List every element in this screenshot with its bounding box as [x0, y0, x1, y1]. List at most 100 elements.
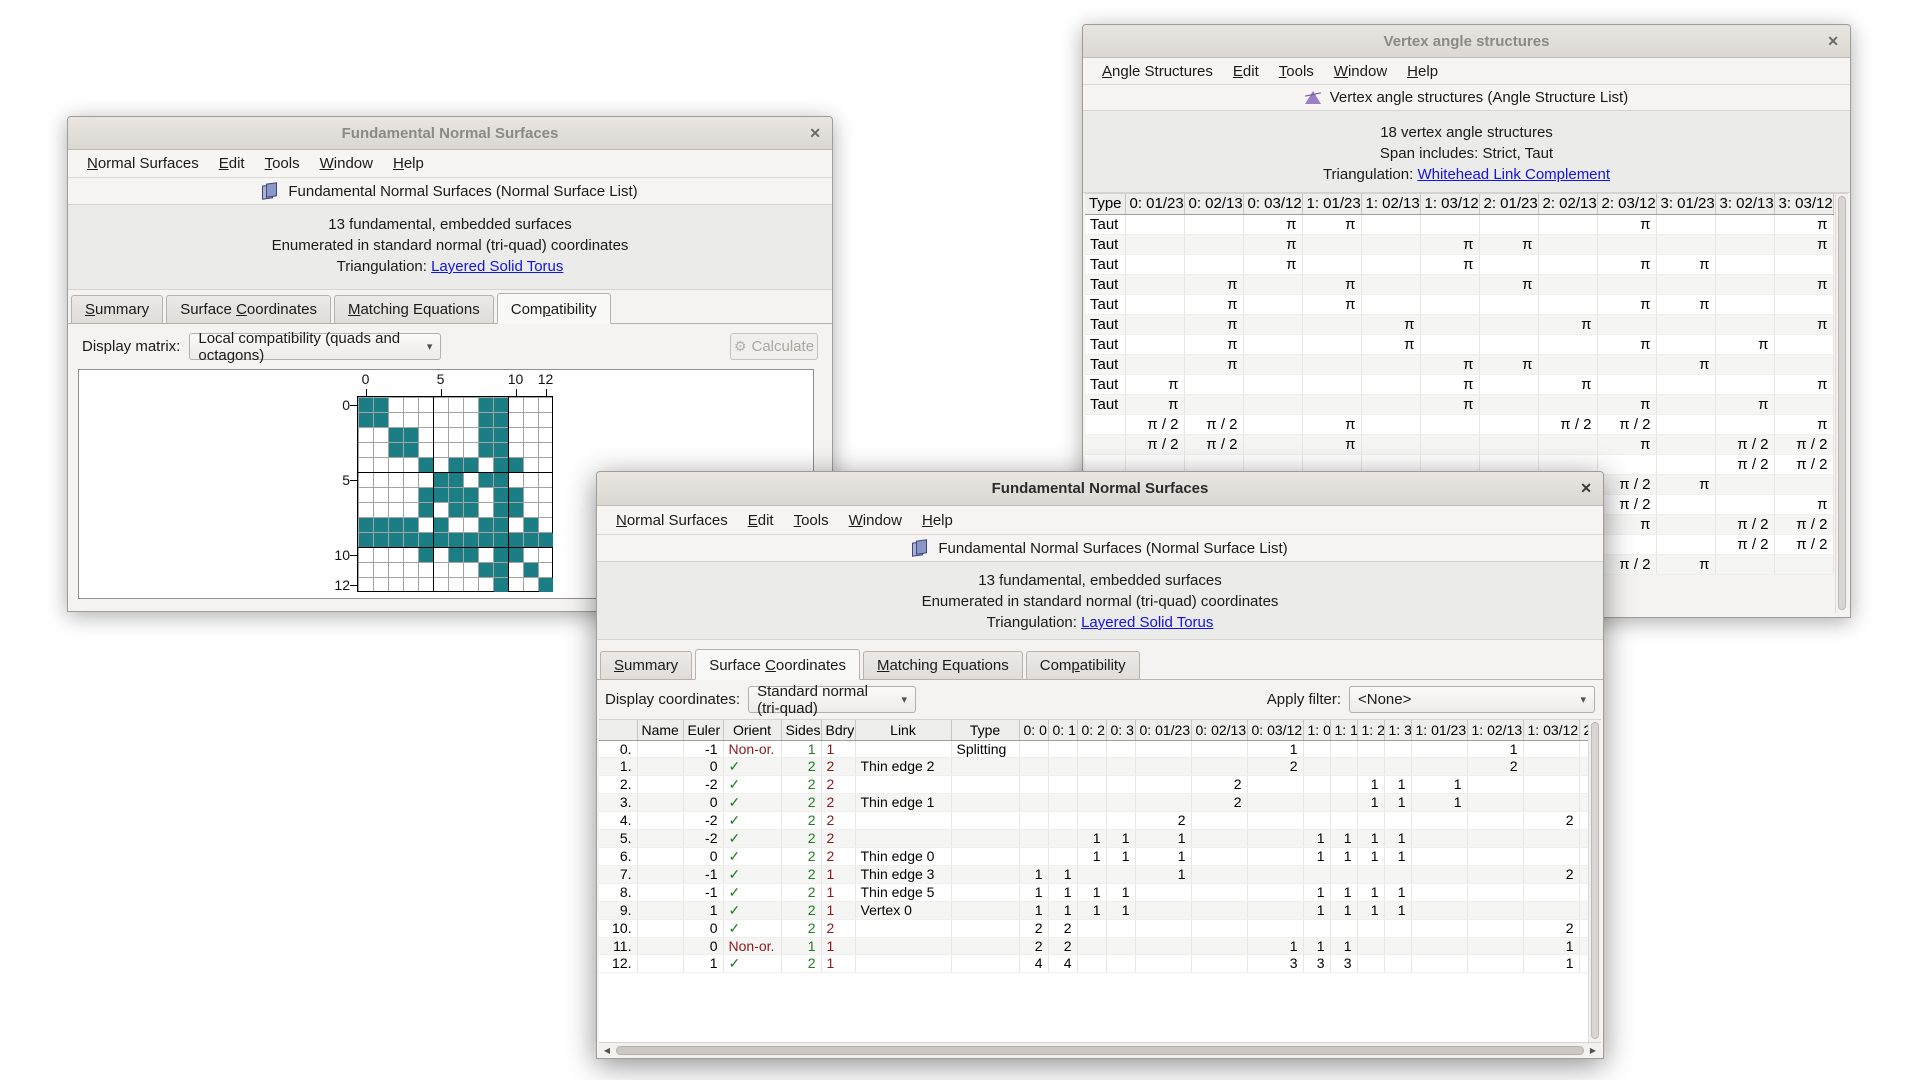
matrix-cell	[479, 533, 493, 547]
cell	[1077, 775, 1106, 793]
cell	[1106, 811, 1135, 829]
cell: ✓	[723, 954, 781, 972]
scroll-left-icon[interactable]: ◀	[600, 1044, 614, 1057]
menu-angle-structures[interactable]: Angle Structures	[1092, 60, 1223, 83]
cell	[637, 793, 683, 811]
surface-table-area: NameEulerOrientSidesBdryLinkType0: 00: 1…	[599, 719, 1601, 1042]
table-row[interactable]: Tautππππ	[1085, 394, 1833, 414]
cell	[1523, 829, 1579, 847]
cell	[1184, 214, 1243, 234]
table-row[interactable]: 1.0✓22Thin edge 222	[599, 757, 1589, 775]
display-matrix-select[interactable]: Local compatibility (quads and octagons)…	[189, 333, 441, 360]
cell	[1411, 811, 1467, 829]
axis-tick	[350, 585, 358, 586]
cell: π	[1302, 294, 1361, 314]
close-icon[interactable]: ✕	[1580, 472, 1592, 505]
matrix-cell	[479, 413, 493, 427]
cell	[855, 954, 951, 972]
tab-matching-equations[interactable]: Matching Equations	[863, 651, 1023, 679]
close-icon[interactable]: ✕	[809, 117, 821, 149]
scroll-right-icon[interactable]: ▶	[1586, 1044, 1600, 1057]
menu-edit[interactable]: Edit	[1223, 60, 1269, 83]
menu-window[interactable]: Window	[839, 509, 912, 532]
titlebar[interactable]: Fundamental Normal Surfaces ✕	[597, 472, 1603, 506]
table-row[interactable]: 4.-2✓2222	[599, 811, 1589, 829]
scrollbar-thumb[interactable]	[1838, 196, 1846, 610]
vertical-scrollbar[interactable]	[1588, 720, 1601, 1042]
table-row[interactable]: 9.1✓21Vertex 011111111	[599, 901, 1589, 919]
table-row[interactable]: Tautππππ	[1085, 374, 1833, 394]
tab-surface-coordinates[interactable]: Surface Coordinates	[695, 649, 860, 680]
table-row[interactable]: π / 2π / 2πππ / 2π / 2	[1085, 434, 1833, 454]
table-row[interactable]: 11.0Non-or.11221111	[599, 937, 1589, 954]
cell: π	[1479, 234, 1538, 254]
cell	[1048, 829, 1077, 847]
calculate-button[interactable]: ⚙ Calculate	[730, 333, 818, 360]
cell: Thin edge 0	[855, 847, 951, 865]
packet-label: Vertex angle structures (Angle Structure…	[1330, 89, 1628, 106]
table-row[interactable]: 6.0✓22Thin edge 01111111	[599, 847, 1589, 865]
table-row[interactable]: 2.-2✓222111	[599, 775, 1589, 793]
menu-help[interactable]: Help	[1397, 60, 1448, 83]
table-row[interactable]: π / 2π / 2ππ / 2π / 2π	[1085, 414, 1833, 434]
table-row[interactable]: Tautππππ	[1085, 334, 1833, 354]
titlebar[interactable]: Vertex angle structures ✕	[1083, 25, 1850, 58]
tab-surface-coordinates[interactable]: Surface Coordinates	[166, 295, 331, 323]
table-row[interactable]: 3.0✓22Thin edge 12111	[599, 793, 1589, 811]
tab-summary[interactable]: Summary	[71, 295, 163, 323]
table-row[interactable]: Tautππππ	[1085, 354, 1833, 374]
table-row[interactable]: 5.-2✓221111111	[599, 829, 1589, 847]
table-row[interactable]: Tautππππ	[1085, 294, 1833, 314]
scrollbar-thumb[interactable]	[616, 1046, 1584, 1055]
table-row[interactable]: 12.1✓21443331	[599, 954, 1589, 972]
tab-compatibility[interactable]: Compatibility	[1026, 651, 1140, 679]
tab-compatibility[interactable]: Compatibility	[497, 293, 611, 324]
display-coordinates-select[interactable]: Standard normal (tri-quad) ▾	[748, 686, 916, 713]
cell	[1467, 793, 1523, 811]
table-row[interactable]: Tautππππ	[1085, 254, 1833, 274]
cell: π	[1243, 214, 1302, 234]
menu-edit[interactable]: Edit	[209, 152, 255, 175]
tab-summary[interactable]: Summary	[600, 651, 692, 679]
cell	[855, 775, 951, 793]
table-row[interactable]: 7.-1✓21Thin edge 31112	[599, 865, 1589, 883]
apply-filter-select[interactable]: <None> ▾	[1349, 686, 1595, 713]
menu-tools[interactable]: Tools	[1269, 60, 1324, 83]
table-row[interactable]: 10.0✓22222	[599, 919, 1589, 937]
tab-matching-equations[interactable]: Matching Equations	[334, 295, 494, 323]
cell: 1	[1523, 954, 1579, 972]
cell	[1048, 847, 1077, 865]
cell: π	[1302, 414, 1361, 434]
cell	[1243, 354, 1302, 374]
cell	[1106, 757, 1135, 775]
menu-edit[interactable]: Edit	[738, 509, 784, 532]
matrix-cell	[464, 503, 478, 517]
triangulation-link[interactable]: Layered Solid Torus	[431, 258, 563, 275]
table-row[interactable]: Tautππππ	[1085, 234, 1833, 254]
matrix-cell	[449, 533, 463, 547]
table-row[interactable]: Tautππππ	[1085, 274, 1833, 294]
menu-tools[interactable]: Tools	[784, 509, 839, 532]
vertical-scrollbar[interactable]	[1835, 194, 1848, 613]
triangulation-link[interactable]: Layered Solid Torus	[1081, 614, 1213, 631]
cell: Taut	[1085, 334, 1125, 354]
cell	[637, 937, 683, 954]
menu-help[interactable]: Help	[383, 152, 434, 175]
table-row[interactable]: Tautππππ	[1085, 314, 1833, 334]
table-row[interactable]: 0.-1Non-or.11Splitting11	[599, 740, 1589, 757]
menu-window[interactable]: Window	[310, 152, 383, 175]
titlebar[interactable]: Fundamental Normal Surfaces ✕	[68, 117, 832, 150]
scrollbar-thumb[interactable]	[1591, 722, 1599, 1039]
close-icon[interactable]: ✕	[1827, 25, 1839, 57]
menu-window[interactable]: Window	[1324, 60, 1397, 83]
cell: Taut	[1085, 374, 1125, 394]
menu-normal-surfaces[interactable]: Normal Surfaces	[606, 509, 738, 532]
table-row[interactable]: 8.-1✓21Thin edge 511111111	[599, 883, 1589, 901]
menu-tools[interactable]: Tools	[255, 152, 310, 175]
cell: 1	[1077, 883, 1106, 901]
table-row[interactable]: Tautππππ	[1085, 214, 1833, 234]
menu-help[interactable]: Help	[912, 509, 963, 532]
horizontal-scrollbar[interactable]: ◀ ▶	[599, 1042, 1601, 1057]
menu-normal-surfaces[interactable]: Normal Surfaces	[77, 152, 209, 175]
triangulation-link[interactable]: Whitehead Link Complement	[1417, 166, 1610, 183]
